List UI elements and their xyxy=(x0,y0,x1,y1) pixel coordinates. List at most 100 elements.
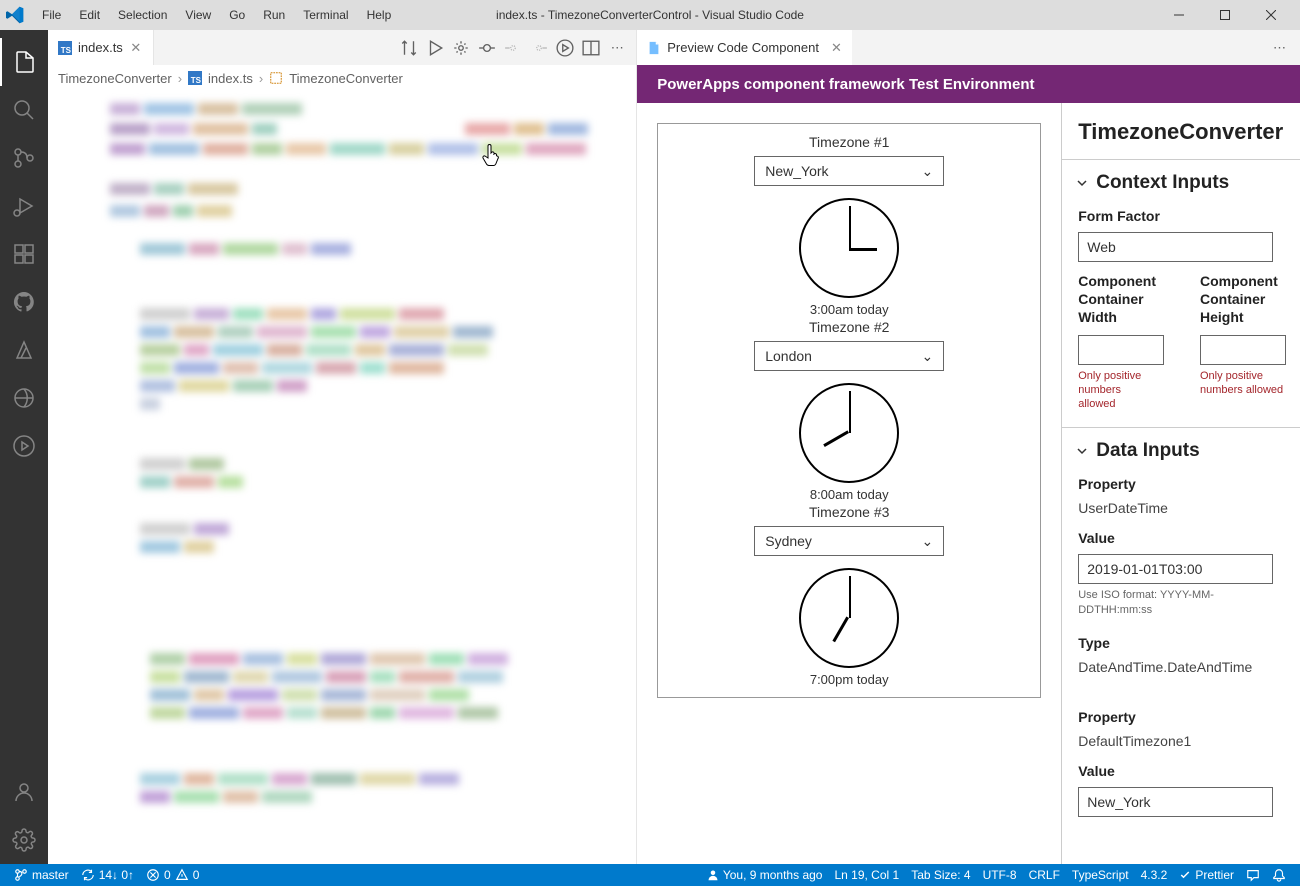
tab-preview[interactable]: Preview Code Component ✕ xyxy=(637,30,852,65)
azure-icon[interactable] xyxy=(0,326,48,374)
git-blame[interactable]: You, 9 months ago xyxy=(701,864,829,886)
encoding[interactable]: UTF-8 xyxy=(977,864,1023,886)
width-label: Component Container Width xyxy=(1062,262,1172,331)
feedback-icon[interactable] xyxy=(1240,864,1266,886)
close-icon[interactable]: ✕ xyxy=(129,40,143,56)
github-icon[interactable] xyxy=(0,278,48,326)
account-icon[interactable] xyxy=(0,768,48,816)
menu-terminal[interactable]: Terminal xyxy=(295,4,356,26)
check-icon xyxy=(1179,869,1191,881)
compare-changes-icon[interactable] xyxy=(400,39,418,57)
more-actions-icon[interactable]: ⋯ xyxy=(1273,40,1300,56)
extensions-icon[interactable] xyxy=(0,230,48,278)
preview-canvas: Timezone #1 New_York ⌄ 3:00am today Time… xyxy=(637,103,1061,864)
clock-icon xyxy=(799,198,899,298)
cursor-position[interactable]: Ln 19, Col 1 xyxy=(828,864,905,886)
timezone-value: New_York xyxy=(765,163,828,179)
clock-icon xyxy=(799,568,899,668)
timezone-select[interactable]: London ⌄ xyxy=(754,341,944,371)
minimize-button[interactable] xyxy=(1156,0,1202,30)
width-input[interactable] xyxy=(1078,335,1164,365)
tab-index-ts[interactable]: TS index.ts ✕ xyxy=(48,30,154,65)
title-bar: File Edit Selection View Go Run Terminal… xyxy=(0,0,1300,30)
form-factor-select[interactable]: Web xyxy=(1078,232,1273,262)
run-code-icon[interactable] xyxy=(556,39,574,57)
section-context-inputs[interactable]: Context Inputs xyxy=(1062,160,1300,198)
sync-status[interactable]: 14↓ 0↑ xyxy=(75,864,140,886)
chevron-down-icon: ⌄ xyxy=(922,533,934,550)
git-commit-icon[interactable] xyxy=(478,39,496,57)
time-text: 7:00pm today xyxy=(658,672,1040,687)
problems[interactable]: 0 0 xyxy=(140,864,205,886)
breadcrumb-symbol[interactable]: TimezoneConverter xyxy=(289,71,403,86)
notifications-icon[interactable] xyxy=(1266,864,1292,886)
property-name: UserDateTime xyxy=(1062,496,1300,520)
split-editor-icon[interactable] xyxy=(582,39,600,57)
play-circle-icon[interactable] xyxy=(0,422,48,470)
window-title: index.ts - TimezoneConverterControl - Vi… xyxy=(496,8,804,22)
chevron-down-icon: ⌄ xyxy=(922,163,934,180)
code-editor[interactable] xyxy=(48,91,636,864)
close-icon[interactable]: ✕ xyxy=(831,40,842,56)
menu-help[interactable]: Help xyxy=(359,4,400,26)
language-mode[interactable]: TypeScript xyxy=(1066,864,1135,886)
form-factor-label: Form Factor xyxy=(1062,198,1300,228)
prettier[interactable]: Prettier xyxy=(1173,864,1240,886)
menu-selection[interactable]: Selection xyxy=(110,4,175,26)
property-label: Property xyxy=(1062,466,1300,496)
vscode-icon xyxy=(6,6,24,24)
menu-run[interactable]: Run xyxy=(255,4,293,26)
editor-tabs: TS index.ts ✕ ⋯ xyxy=(48,30,636,65)
preview-tabs: Preview Code Component ✕ ⋯ xyxy=(637,30,1300,65)
type-value: DateAndTime.DateAndTime xyxy=(1062,655,1300,679)
value-input[interactable]: 2019-01-01T03:00 xyxy=(1078,554,1273,584)
sync-icon xyxy=(81,868,95,882)
explorer-icon[interactable] xyxy=(0,38,48,86)
timezone-label: Timezone #3 xyxy=(658,504,1040,520)
type-label: Type xyxy=(1062,625,1300,655)
breadcrumbs[interactable]: TimezoneConverter › TS index.ts › Timezo… xyxy=(48,65,636,91)
search-icon[interactable] xyxy=(0,86,48,134)
more-actions-icon[interactable]: ⋯ xyxy=(608,39,626,57)
menu-file[interactable]: File xyxy=(34,4,69,26)
source-control-icon[interactable] xyxy=(0,134,48,182)
breadcrumb-folder[interactable]: TimezoneConverter xyxy=(58,71,172,86)
next-change-icon[interactable] xyxy=(530,39,548,57)
prev-change-icon[interactable] xyxy=(504,39,522,57)
git-branch[interactable]: master xyxy=(8,864,75,886)
class-icon xyxy=(269,71,283,85)
property-panel: TimezoneConverter Context Inputs Form Fa… xyxy=(1061,103,1300,864)
chevron-icon: › xyxy=(178,71,182,86)
property-label: Property xyxy=(1062,699,1300,729)
tab-size[interactable]: Tab Size: 4 xyxy=(905,864,976,886)
breadcrumb-file[interactable]: index.ts xyxy=(208,71,253,86)
debug-icon[interactable] xyxy=(0,182,48,230)
settings-icon[interactable] xyxy=(0,816,48,864)
tab-filename: index.ts xyxy=(78,40,123,55)
clock-icon xyxy=(799,383,899,483)
menu-go[interactable]: Go xyxy=(221,4,253,26)
activity-bar xyxy=(0,30,48,864)
section-data-inputs[interactable]: Data Inputs xyxy=(1062,428,1300,466)
status-bar: master 14↓ 0↑ 0 0 You, 9 months ago Ln 1… xyxy=(0,864,1300,886)
chevron-icon: › xyxy=(259,71,263,86)
value-input[interactable]: New_York xyxy=(1078,787,1273,817)
debug-config-icon[interactable] xyxy=(452,39,470,57)
live-share-icon[interactable] xyxy=(0,374,48,422)
menu-view[interactable]: View xyxy=(177,4,219,26)
maximize-button[interactable] xyxy=(1202,0,1248,30)
timezone-value: London xyxy=(765,348,812,364)
property-name: DefaultTimezone1 xyxy=(1062,729,1300,753)
warning-icon xyxy=(175,868,189,882)
height-input[interactable] xyxy=(1200,335,1286,365)
editor-right: Preview Code Component ✕ ⋯ PowerApps com… xyxy=(637,30,1300,864)
preview-file-icon xyxy=(647,41,661,55)
menu-edit[interactable]: Edit xyxy=(71,4,108,26)
ts-version[interactable]: 4.3.2 xyxy=(1135,864,1174,886)
timezone-select[interactable]: Sydney ⌄ xyxy=(754,526,944,556)
timezone-card: Timezone #1 New_York ⌄ 3:00am today Time… xyxy=(657,123,1041,698)
eol[interactable]: CRLF xyxy=(1023,864,1066,886)
close-button[interactable] xyxy=(1248,0,1294,30)
timezone-select[interactable]: New_York ⌄ xyxy=(754,156,944,186)
run-icon[interactable] xyxy=(426,39,444,57)
